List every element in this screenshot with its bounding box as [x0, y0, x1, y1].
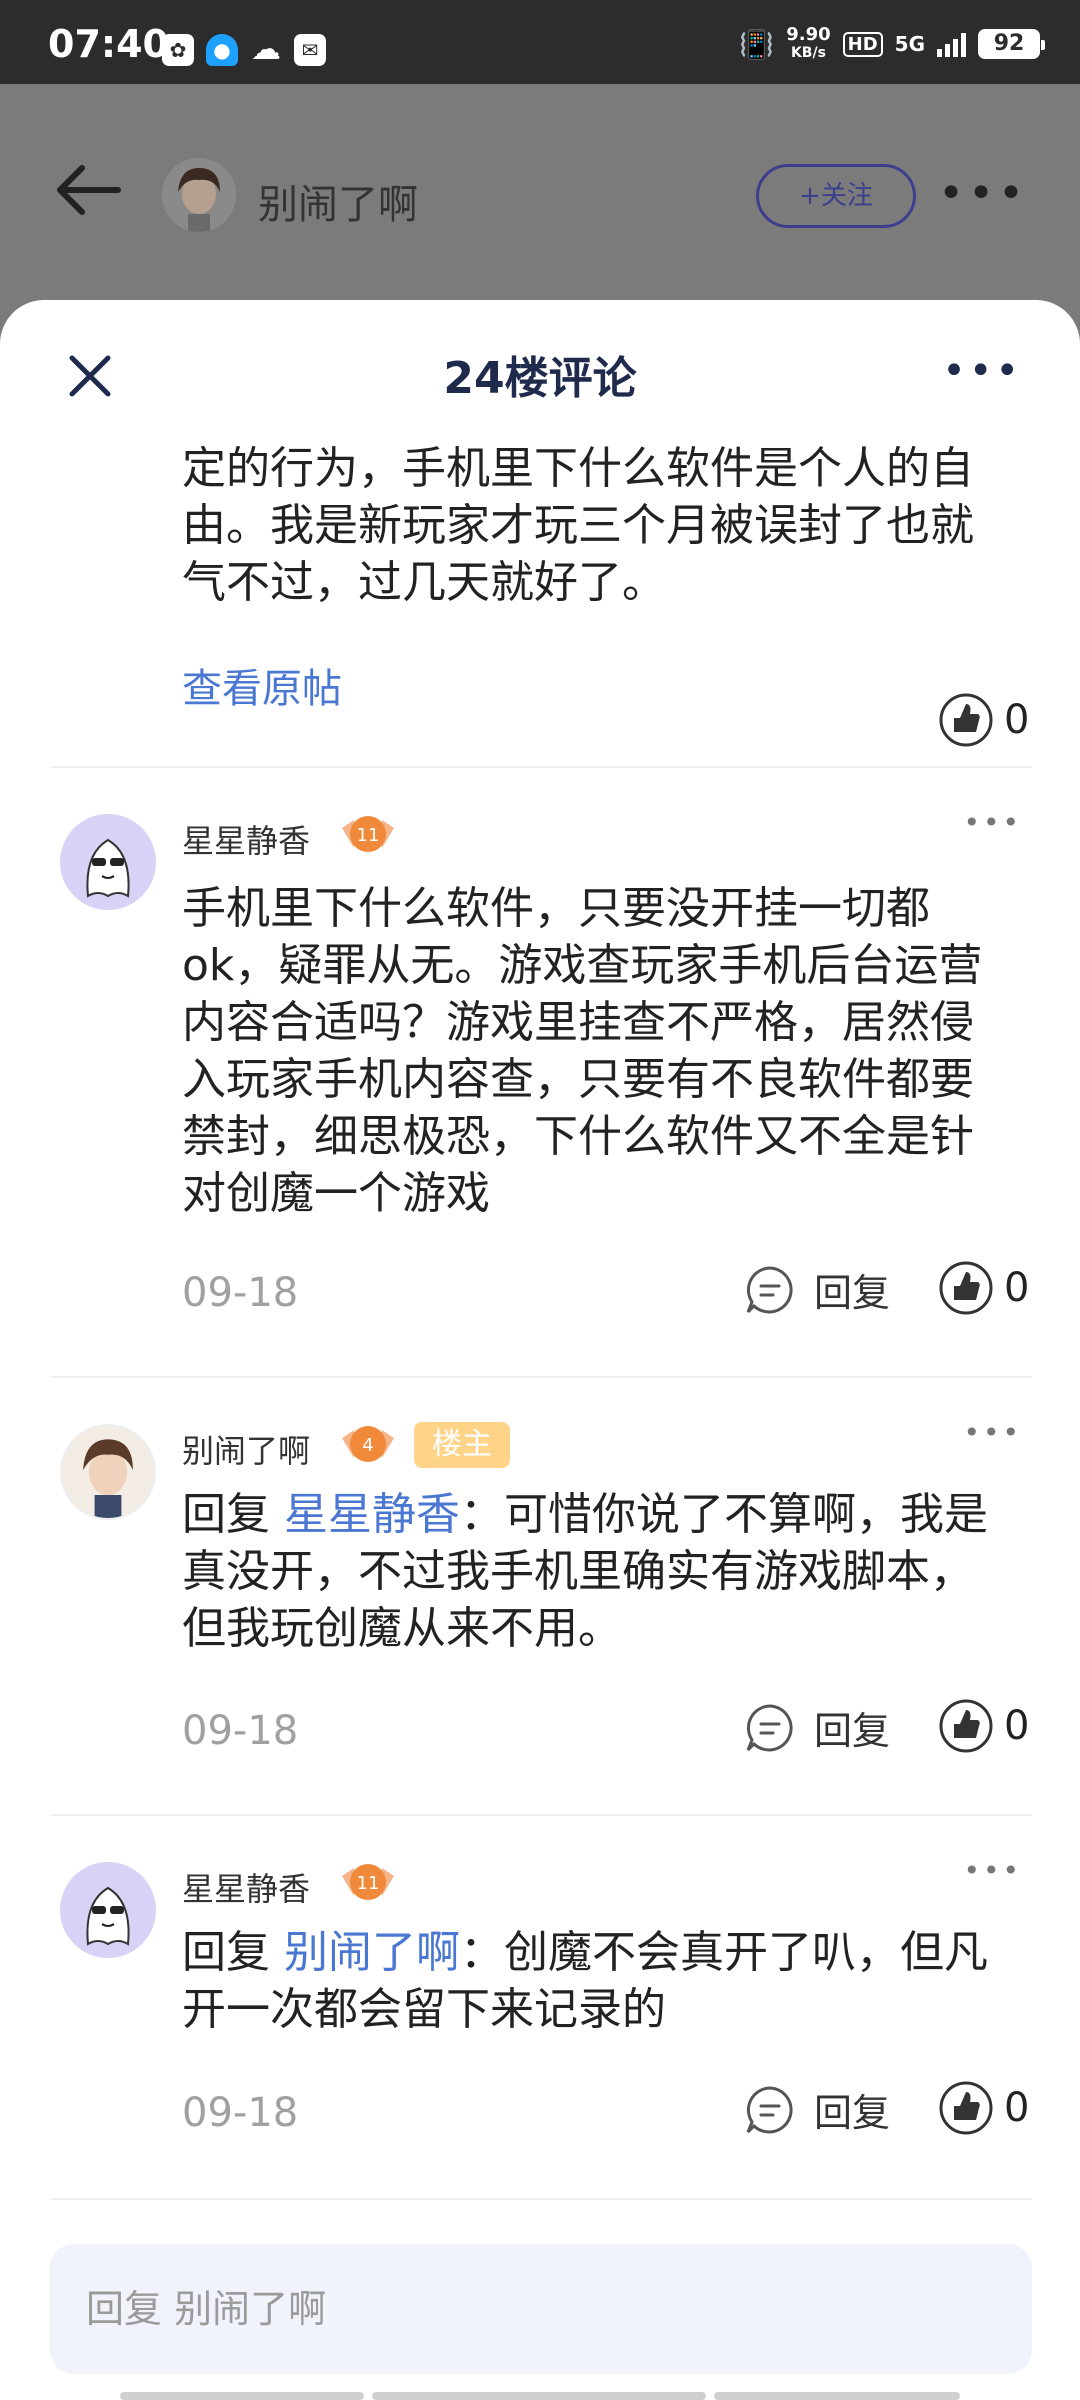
like-count: 0 [1004, 2085, 1030, 2131]
vibrate-icon: 📳 [739, 27, 775, 61]
comment-text: 回复 别闹了啊：创魔不会真开了叭，但凡开一次都会留下来记录的 [182, 1924, 1012, 2038]
divider [50, 1814, 1032, 1816]
comment-more-icon[interactable]: ••• [963, 1854, 1022, 1887]
back-arrow-icon[interactable] [52, 162, 122, 218]
divider [50, 2198, 1032, 2200]
like-count: 0 [1004, 1265, 1030, 1311]
reply-input[interactable] [50, 2244, 1032, 2374]
status-time: 07:40 [48, 22, 169, 66]
scroll-indicator [372, 2392, 706, 2400]
thumbs-up-icon [939, 2081, 993, 2135]
like-button[interactable]: 0 [938, 692, 1029, 748]
ghost-avatar-icon [86, 838, 130, 898]
reply-label: 回复 [814, 1709, 891, 1753]
level-number: 11 [357, 825, 380, 846]
message-icon: ✉ [294, 34, 326, 66]
like-button[interactable]: 0 [938, 2080, 1029, 2136]
mention-link[interactable]: 星星静香 [284, 1489, 460, 1540]
reply-prefix: 回复 [182, 1927, 284, 1978]
baidu-icon: ✿ [162, 34, 194, 66]
view-original-link[interactable]: 查看原帖 [182, 656, 342, 714]
reply-label: 回复 [814, 1271, 891, 1315]
divider [50, 766, 1032, 768]
follow-button[interactable]: +关注 [756, 164, 916, 228]
thumbs-up-icon [939, 693, 993, 747]
net-speed: 9.90 KB/s [786, 24, 831, 62]
reply-button[interactable]: 回复 [744, 1700, 890, 1755]
reply-bubble-icon [746, 1703, 793, 1751]
comment-date: 09-18 [182, 1270, 299, 1316]
signal-icon [937, 31, 966, 57]
scroll-indicator [714, 2392, 960, 2400]
like-count: 0 [1004, 697, 1030, 743]
header-more-icon[interactable]: ••• [938, 172, 1028, 216]
divider [50, 1376, 1032, 1378]
author-avatar[interactable] [162, 158, 236, 232]
character-avatar-icon [162, 158, 236, 232]
commenter-avatar[interactable] [60, 1862, 156, 1958]
sheet-title: 24楼评论 [443, 353, 637, 404]
scroll-indicator [120, 2392, 364, 2400]
commenter-name[interactable]: 星星静香 [182, 816, 310, 862]
hd-indicator: HD [842, 31, 883, 57]
commenter-name[interactable]: 别闹了啊 [182, 1426, 310, 1472]
comment-date: 09-18 [182, 1708, 299, 1754]
level-badge-icon: 11 [342, 816, 394, 852]
sheet-more-icon[interactable]: ••• [942, 348, 1022, 394]
comment-text: 回复 星星静香：可惜你说了不算啊，我是真没开，不过我手机里确实有游戏脚本，但我玩… [182, 1486, 1012, 1657]
reply-bubble-icon [746, 2085, 793, 2133]
page-header: 别闹了啊 +关注 ••• [0, 84, 1080, 300]
thumbs-up-icon [939, 1699, 993, 1753]
battery-icon: 92 [978, 29, 1045, 59]
level-number: 4 [362, 1435, 373, 1456]
reply-button[interactable]: 回复 [744, 1262, 890, 1317]
commenter-name[interactable]: 星星静香 [182, 1864, 310, 1910]
reply-label: 回复 [814, 2091, 891, 2135]
comment-more-icon[interactable]: ••• [963, 806, 1022, 839]
ghost-avatar-icon [86, 1886, 130, 1946]
like-count: 0 [1004, 1703, 1030, 1749]
level-number: 11 [357, 1873, 380, 1894]
qq-icon: ● [206, 34, 238, 66]
floor-post-text: 定的行为，手机里下什么软件是个人的自由。我是新玩家才玩三个月被误封了也就气不过，… [182, 443, 974, 608]
comment-sheet: 24楼评论 ••• 定的行为，手机里下什么软件是个人的自由。我是新玩家才玩三个月… [0, 300, 1080, 2400]
comment-more-icon[interactable]: ••• [963, 1416, 1022, 1449]
reply-button[interactable]: 回复 [744, 2082, 890, 2137]
comment-text: 手机里下什么软件，只要没开挂一切都ok，疑罪从无。游戏查玩家手机后台运营内容合适… [182, 880, 1012, 1222]
level-badge-icon: 11 [342, 1864, 394, 1900]
comment-body: 手机里下什么软件，只要没开挂一切都ok，疑罪从无。游戏查玩家手机后台运营内容合适… [182, 883, 983, 1219]
commenter-avatar[interactable] [60, 814, 156, 910]
thumbs-up-icon [939, 1261, 993, 1315]
character-avatar-icon [62, 1426, 154, 1518]
comment-date: 09-18 [182, 2090, 299, 2136]
like-button[interactable]: 0 [938, 1698, 1029, 1754]
commenter-avatar[interactable] [60, 1424, 156, 1520]
reply-prefix: 回复 [182, 1489, 284, 1540]
network-type: 5G [894, 32, 925, 56]
mention-link[interactable]: 别闹了啊 [284, 1927, 460, 1978]
level-badge-icon: 4 [342, 1426, 394, 1462]
like-button[interactable]: 0 [938, 1260, 1029, 1316]
op-badge: 楼主 [414, 1422, 510, 1468]
cloud-icon: ☁ [251, 32, 281, 67]
reply-bubble-icon [746, 1265, 793, 1313]
author-name[interactable]: 别闹了啊 [258, 172, 418, 230]
status-bar: 07:40 ✿ ● ☁ ✉ 📳 9.90 KB/s HD 5G 92 [0, 0, 1080, 84]
